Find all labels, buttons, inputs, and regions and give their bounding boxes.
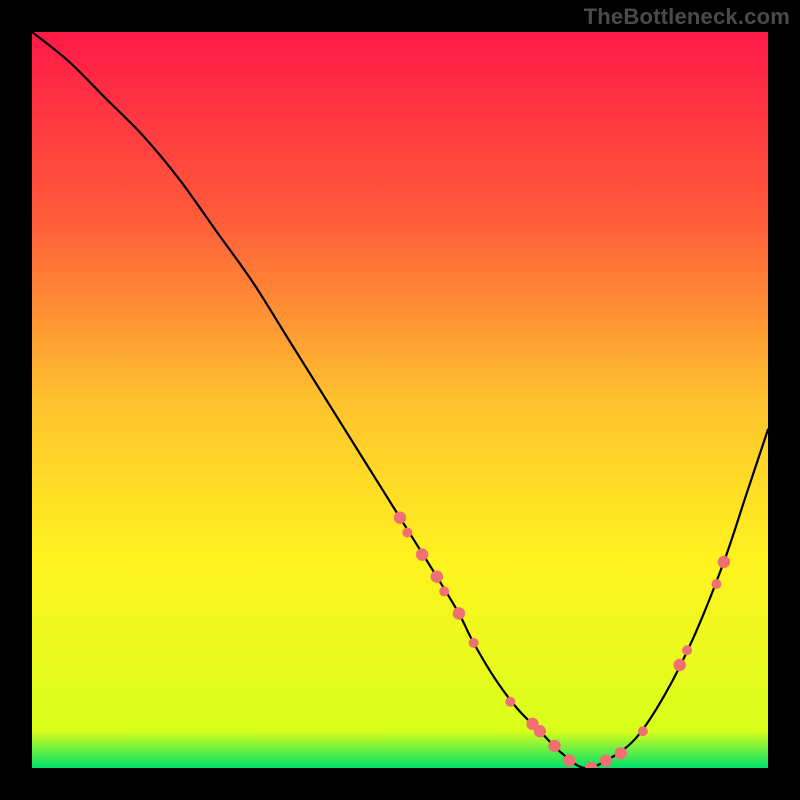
data-marker <box>563 754 575 766</box>
data-marker <box>469 638 479 648</box>
data-marker <box>416 548 428 560</box>
data-marker <box>673 659 685 671</box>
data-marker <box>505 697 515 707</box>
data-marker <box>718 556 730 568</box>
data-marker <box>615 747 627 759</box>
data-marker <box>534 725 546 737</box>
data-marker <box>402 527 412 537</box>
bottleneck-chart <box>32 32 768 768</box>
data-marker <box>453 607 465 619</box>
gradient-background <box>32 32 768 768</box>
data-marker <box>439 586 449 596</box>
data-marker <box>638 726 648 736</box>
data-marker <box>682 645 692 655</box>
data-marker <box>711 579 721 589</box>
chart-frame: TheBottleneck.com <box>0 0 800 800</box>
data-marker <box>431 570 443 582</box>
data-marker <box>394 512 406 524</box>
plot-area <box>32 32 768 768</box>
data-marker <box>600 754 612 766</box>
watermark-text: TheBottleneck.com <box>584 4 790 30</box>
data-marker <box>548 740 560 752</box>
